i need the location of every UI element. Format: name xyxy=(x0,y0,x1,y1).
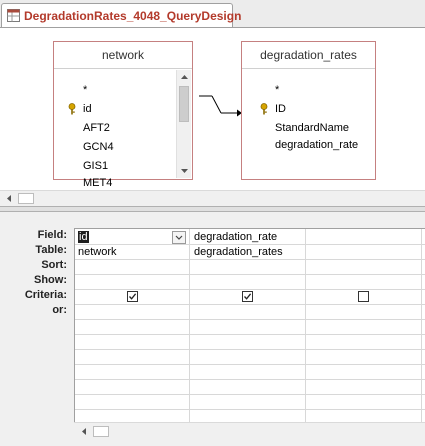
row-label-show: Show: xyxy=(34,274,67,286)
field-item[interactable]: GIS1 xyxy=(83,160,108,172)
column-2-field-cell[interactable]: degradation_rate xyxy=(194,231,277,243)
scroll-up-icon[interactable] xyxy=(177,70,191,84)
column-1-show-checkbox[interactable] xyxy=(127,291,138,302)
grid-horizontal-scrollbar[interactable] xyxy=(74,422,425,439)
column-1-table-cell[interactable]: network xyxy=(78,246,117,258)
query-design-grid[interactable]: id network degradation_rate degradation_… xyxy=(74,228,425,437)
field-name: id xyxy=(83,103,92,115)
field-item-key[interactable]: id xyxy=(68,103,92,115)
tab-title: DegradationRates_4048_QueryDesign xyxy=(24,9,242,23)
primary-key-icon xyxy=(68,103,76,115)
query-grid-pane: Field: Table: Sort: Show: Criteria: or: … xyxy=(0,212,425,446)
scroll-left-icon[interactable] xyxy=(2,192,16,205)
field-item[interactable]: StandardName xyxy=(275,122,349,134)
field-item-key[interactable]: ID xyxy=(260,103,286,115)
check-icon xyxy=(129,293,137,300)
field-item[interactable]: degradation_rate xyxy=(275,139,358,151)
network-table-box[interactable]: network * id AFT2 GCN4 GIS1 MET4 xyxy=(53,41,193,189)
scroll-left-icon[interactable] xyxy=(77,425,91,438)
row-label-field: Field: xyxy=(37,229,67,241)
column-2-show-checkbox[interactable] xyxy=(242,291,253,302)
degradation-rates-table-box[interactable]: degradation_rates * ID StandardName degr… xyxy=(241,41,376,180)
chevron-down-icon xyxy=(175,235,183,240)
row-label-criteria: Criteria: xyxy=(24,289,67,301)
column-2-table-cell[interactable]: degradation_rates xyxy=(194,246,283,258)
column-1-field-cell[interactable]: id xyxy=(78,231,89,243)
scroll-down-icon[interactable] xyxy=(177,164,191,178)
document-tab-strip: DegradationRates_4048_QueryDesign xyxy=(0,0,425,28)
query-icon xyxy=(7,9,20,22)
diagram-horizontal-scrollbar[interactable] xyxy=(0,190,425,206)
scrollbar-thumb[interactable] xyxy=(179,86,189,122)
query-design-tab[interactable]: DegradationRates_4048_QueryDesign xyxy=(1,3,241,27)
field-dropdown-button[interactable] xyxy=(172,231,186,244)
relationship-join-line[interactable] xyxy=(193,88,243,118)
scrollbar-thumb[interactable] xyxy=(18,193,34,204)
scrollbar-thumb[interactable] xyxy=(93,426,109,437)
field-name: ID xyxy=(275,103,286,115)
vertical-scrollbar[interactable] xyxy=(176,70,191,178)
primary-key-icon xyxy=(260,103,268,115)
row-label-table: Table: xyxy=(35,244,67,256)
row-label-sort: Sort: xyxy=(41,259,67,271)
field-item[interactable]: * xyxy=(83,84,87,96)
field-item[interactable]: GCN4 xyxy=(83,141,114,153)
row-label-or: or: xyxy=(52,304,67,316)
field-item[interactable]: AFT2 xyxy=(83,122,110,134)
check-icon xyxy=(244,293,252,300)
field-item[interactable]: * xyxy=(275,84,279,96)
field-item[interactable]: MET4 xyxy=(83,177,112,189)
column-1-field-value: id xyxy=(78,231,89,243)
column-3-show-checkbox[interactable] xyxy=(358,291,369,302)
table-diagram-pane: network * id AFT2 GCN4 GIS1 MET4 degrada… xyxy=(0,28,425,189)
